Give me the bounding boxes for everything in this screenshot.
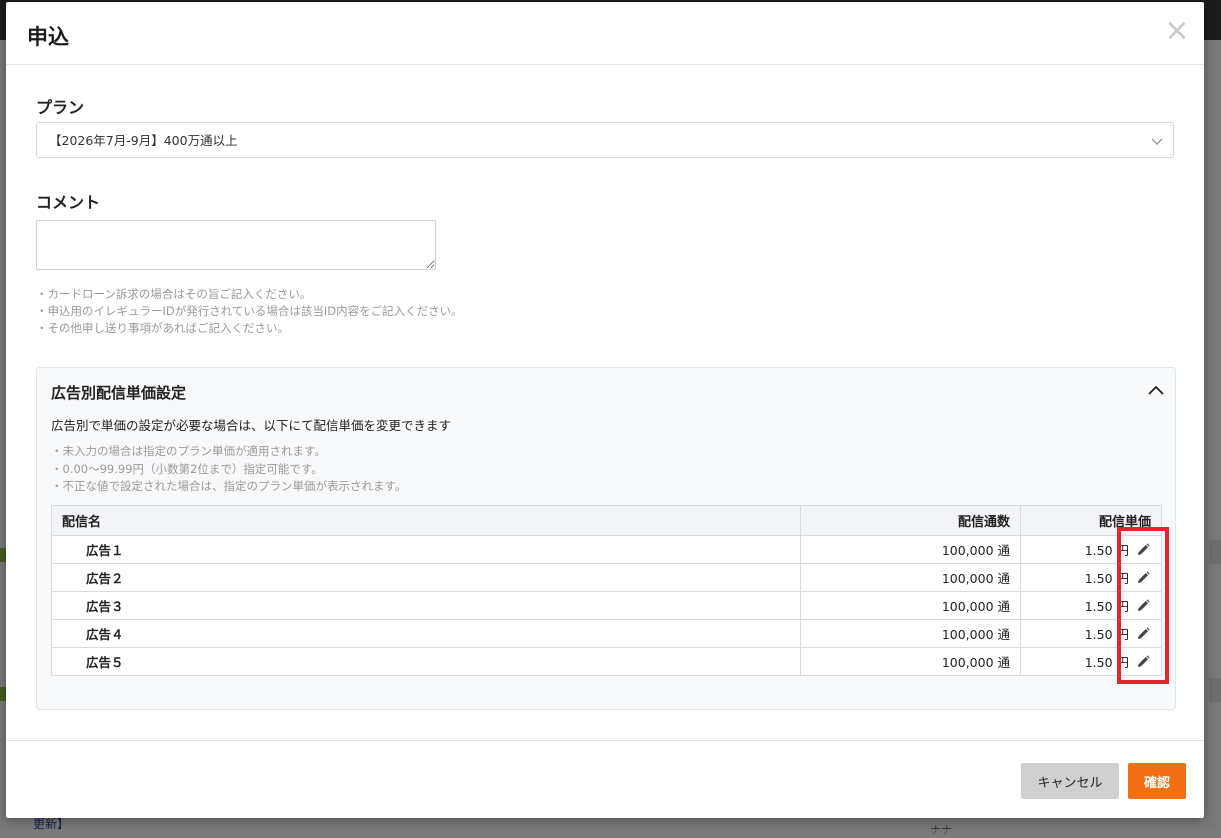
cancel-button[interactable]: キャンセル: [1021, 763, 1119, 799]
pencil-icon[interactable]: [1135, 570, 1151, 586]
application-modal: 申込 × プラン 【2026年7月-9月】400万通以上 コメント ・カードロー…: [6, 2, 1204, 818]
column-header-name: 配信名: [51, 505, 801, 536]
ad-price-note: ・不正な値で設定された場合は、指定のプラン単価が表示されます。: [51, 479, 407, 493]
ad-price-note: ・未入力の場合は指定のプラン単価が適用されます。: [51, 444, 326, 458]
ad-price-table: 配信名 配信通数 配信単価 広告１ 100,000 通 1.50 円 広告２ 1…: [51, 505, 1162, 676]
chevron-up-icon[interactable]: [1147, 382, 1165, 400]
ad-price-note: ・0.00〜99.99円（小数第2位まで）指定可能です。: [51, 461, 323, 476]
ad-price-cell: 1.50 円: [1020, 647, 1162, 676]
ad-name-cell: 広告４: [51, 619, 801, 648]
confirm-button[interactable]: 確認: [1128, 763, 1186, 799]
modal-header: 申込 ×: [6, 2, 1204, 65]
table-row: 広告２ 100,000 通 1.50 円: [51, 563, 1162, 592]
ad-price-value: 1.50 円: [1084, 599, 1129, 614]
comment-note: ・カードローン訴求の場合はその旨ご記入ください。: [36, 287, 312, 301]
pencil-icon[interactable]: [1135, 626, 1151, 642]
comment-notes: ・カードローン訴求の場合はその旨ご記入ください。 ・申込用のイレギュラーIDが発…: [36, 286, 463, 337]
modal-title: 申込: [27, 25, 69, 49]
ad-count-cell: 100,000 通: [800, 647, 1021, 676]
column-header-price: 配信単価: [1020, 505, 1162, 536]
ad-price-cell: 1.50 円: [1020, 563, 1162, 592]
pencil-icon[interactable]: [1135, 542, 1151, 558]
comment-textarea[interactable]: [36, 220, 436, 270]
ad-price-description: 広告別で単価の設定が必要な場合は、以下にて配信単価を変更できます: [51, 418, 452, 433]
pencil-icon[interactable]: [1135, 654, 1151, 670]
ad-price-panel-title: 広告別配信単価設定: [51, 384, 187, 402]
ad-price-panel: 広告別配信単価設定 広告別で単価の設定が必要な場合は、以下にて配信単価を変更でき…: [36, 367, 1176, 710]
column-header-count: 配信通数: [800, 505, 1021, 536]
comment-label: コメント: [36, 193, 101, 212]
ad-count-cell: 100,000 通: [800, 591, 1021, 620]
ad-price-cell: 1.50 円: [1020, 591, 1162, 620]
table-row: 広告５ 100,000 通 1.50 円: [51, 647, 1162, 676]
close-icon[interactable]: ×: [1164, 16, 1190, 46]
table-row: 広告３ 100,000 通 1.50 円: [51, 591, 1162, 620]
comment-note: ・その他申し送り事項があればご記入ください。: [36, 321, 289, 335]
ad-count-cell: 100,000 通: [800, 535, 1021, 564]
ad-name-cell: 広告１: [51, 535, 801, 564]
plan-label: プラン: [36, 98, 85, 117]
ad-name-cell: 広告２: [51, 563, 801, 592]
ad-count-cell: 100,000 通: [800, 563, 1021, 592]
ad-price-cell: 1.50 円: [1020, 619, 1162, 648]
plan-selected-value: 【2026年7月-9月】400万通以上: [49, 133, 238, 148]
table-header-row: 配信名 配信通数 配信単価: [51, 505, 1162, 536]
ad-price-value: 1.50 円: [1084, 655, 1129, 670]
plan-select[interactable]: 【2026年7月-9月】400万通以上: [36, 122, 1174, 158]
pencil-icon[interactable]: [1135, 598, 1151, 614]
ad-price-cell: 1.50 円: [1020, 535, 1162, 564]
comment-note: ・申込用のイレギュラーIDが発行されている場合は該当ID内容をご記入ください。: [36, 304, 463, 318]
ad-price-value: 1.50 円: [1084, 627, 1129, 642]
modal-footer: キャンセル 確認: [6, 740, 1204, 819]
ad-count-cell: 100,000 通: [800, 619, 1021, 648]
ad-price-value: 1.50 円: [1084, 571, 1129, 586]
ad-price-value: 1.50 円: [1084, 543, 1129, 558]
table-row: 広告１ 100,000 通 1.50 円: [51, 535, 1162, 564]
ad-name-cell: 広告５: [51, 647, 801, 676]
ad-name-cell: 広告３: [51, 591, 801, 620]
chevron-down-icon: [1151, 138, 1163, 145]
table-row: 広告４ 100,000 通 1.50 円: [51, 619, 1162, 648]
ad-price-notes: ・未入力の場合は指定のプラン単価が適用されます。 ・0.00〜99.99円（小数…: [51, 443, 406, 496]
